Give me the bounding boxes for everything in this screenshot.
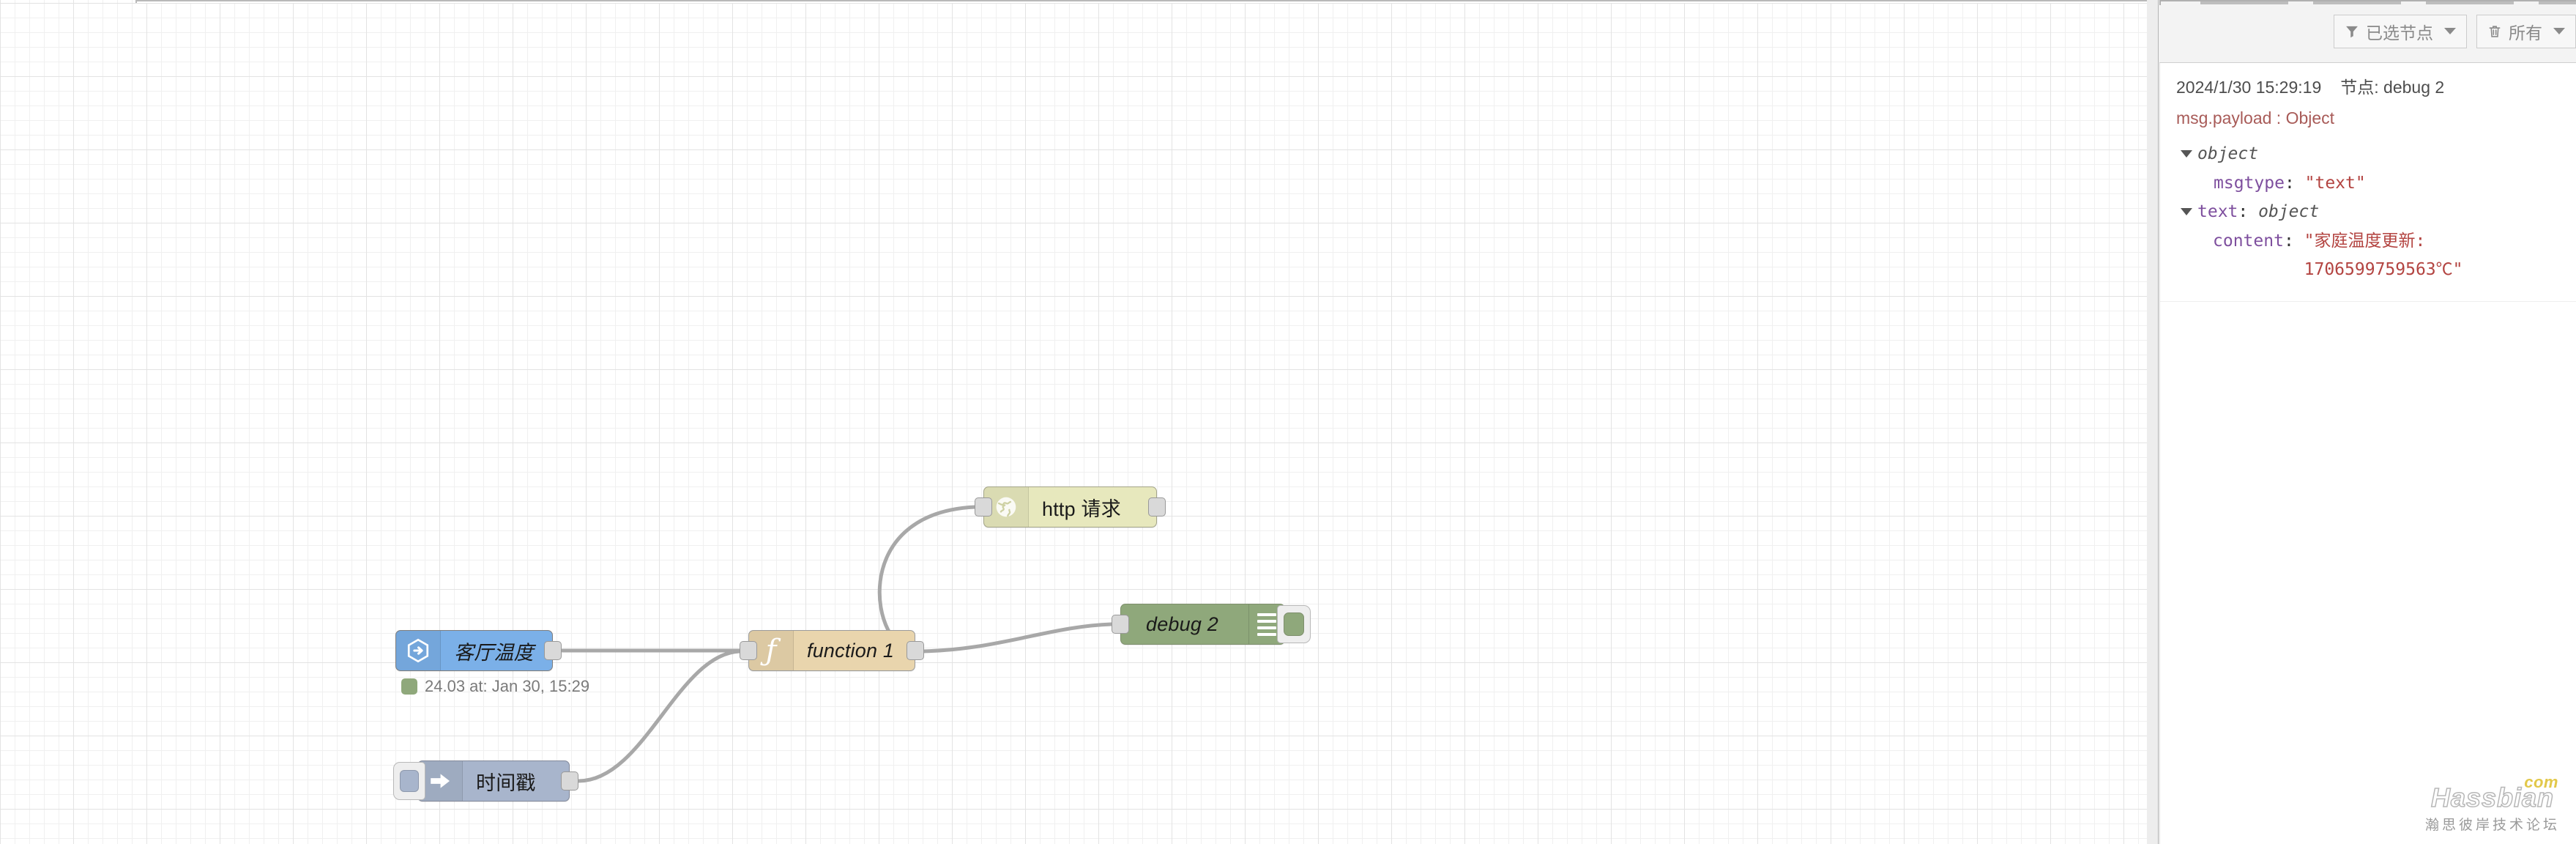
chevron-down-icon bbox=[2553, 28, 2565, 34]
tree-value-string: "text" bbox=[2304, 173, 2366, 193]
node-function-1[interactable]: ƒ function 1 bbox=[740, 630, 924, 671]
node-client-temperature[interactable]: 客厅温度 bbox=[395, 630, 562, 671]
clear-button-label: 所有 bbox=[2509, 23, 2542, 42]
tree-colon: : bbox=[2284, 173, 2305, 193]
node-input-port[interactable] bbox=[1112, 615, 1129, 634]
node-debug-2[interactable]: debug 2 bbox=[1112, 604, 1311, 645]
debug-panel-toolbar: 已选节点 所有 bbox=[2159, 0, 2576, 63]
debug-source-node[interactable]: 节点: debug 2 bbox=[2340, 73, 2444, 98]
node-status-client-temperature: 24.03 at: Jan 30, 15:29 bbox=[401, 677, 589, 696]
tree-colon: : bbox=[2238, 202, 2259, 222]
sidebar-tab-stub[interactable] bbox=[2539, 1, 2576, 4]
node-output-port[interactable] bbox=[907, 641, 924, 660]
wire-inject-to-function bbox=[576, 649, 742, 783]
node-http-request[interactable]: http 请求 bbox=[975, 486, 1166, 528]
trash-icon bbox=[2487, 23, 2502, 40]
tree-key: content bbox=[2213, 231, 2284, 251]
filter-button-label: 已选节点 bbox=[2366, 23, 2433, 42]
node-input-port[interactable] bbox=[740, 641, 757, 660]
tree-key: msgtype bbox=[2214, 173, 2285, 193]
debug-enable-toggle[interactable] bbox=[1277, 605, 1311, 643]
filter-nodes-button[interactable]: 已选节点 bbox=[2334, 14, 2467, 48]
node-input-port[interactable] bbox=[975, 497, 992, 517]
twisty-expanded-icon[interactable] bbox=[2181, 208, 2192, 216]
node-label: debug 2 bbox=[1146, 612, 1218, 635]
node-inject-timestamp[interactable]: 时间戳 bbox=[393, 760, 578, 802]
debug-message-list[interactable]: 2024/1/30 15:29:19 节点: debug 2 msg.paylo… bbox=[2159, 63, 2576, 844]
node-status-text: 24.03 at: Jan 30, 15:29 bbox=[425, 677, 590, 695]
chevron-down-icon bbox=[2444, 28, 2456, 34]
tree-value-type: object bbox=[2197, 144, 2259, 163]
tree-row-text[interactable]: text: object bbox=[2181, 198, 2561, 227]
right-sidebar: 已选节点 所有 2024/1/30 15:29:19 节点: debug 2 m… bbox=[2147, 0, 2576, 844]
tree-row-object[interactable]: object bbox=[2181, 140, 2561, 169]
sidebar-tab-strip[interactable] bbox=[2159, 0, 2576, 5]
debug-object-tree: object msgtype: "text" text: object cont… bbox=[2160, 130, 2576, 285]
canvas-top-border bbox=[135, 0, 2147, 3]
node-output-port[interactable] bbox=[561, 771, 578, 791]
debug-message[interactable]: 2024/1/30 15:29:19 节点: debug 2 msg.paylo… bbox=[2160, 63, 2576, 302]
node-label: 时间戳 bbox=[476, 771, 536, 794]
sidebar-tab-stub[interactable] bbox=[2313, 1, 2401, 4]
wire-layer bbox=[560, 505, 1114, 783]
debug-message-header: 2024/1/30 15:29:19 节点: debug 2 bbox=[2160, 73, 2576, 98]
twisty-expanded-icon[interactable] bbox=[2181, 150, 2192, 158]
debug-timestamp: 2024/1/30 15:29:19 bbox=[2176, 78, 2322, 97]
node-output-port[interactable] bbox=[1148, 497, 1166, 517]
node-output-port[interactable] bbox=[544, 641, 562, 660]
node-label: http 请求 bbox=[1042, 497, 1121, 520]
hexagon-arrow-icon bbox=[396, 631, 441, 670]
tree-value-string: "家庭温度更新: 1706599759563℃" bbox=[2304, 231, 2463, 280]
tree-row-msgtype[interactable]: msgtype: "text" bbox=[2181, 169, 2561, 199]
node-label: function 1 bbox=[807, 639, 895, 662]
flow-canvas[interactable]: 客厅温度 24.03 at: Jan 30, 15:29 ƒ function … bbox=[0, 0, 2147, 844]
clear-messages-button[interactable]: 所有 bbox=[2476, 14, 2576, 48]
sidebar-tab-stub[interactable] bbox=[2426, 1, 2514, 4]
tree-value-type: object bbox=[2258, 202, 2320, 222]
tree-key: text bbox=[2197, 202, 2238, 222]
sidebar-rail[interactable] bbox=[2147, 0, 2159, 844]
filter-icon bbox=[2345, 24, 2359, 39]
inject-trigger-button[interactable] bbox=[393, 762, 425, 800]
node-label: 客厅温度 bbox=[454, 641, 534, 664]
wire-function-to-debug bbox=[913, 622, 1114, 654]
sidebar-tab-stub[interactable] bbox=[2200, 1, 2288, 4]
debug-panel: 已选节点 所有 2024/1/30 15:29:19 节点: debug 2 m… bbox=[2159, 0, 2576, 844]
status-dot-icon bbox=[401, 678, 417, 695]
tree-row-content[interactable]: content: "家庭温度更新: 1706599759563℃" bbox=[2181, 227, 2561, 285]
debug-property-path: msg.payload : Object bbox=[2176, 108, 2335, 127]
node-red-editor-window: 客厅温度 24.03 at: Jan 30, 15:29 ƒ function … bbox=[0, 0, 2576, 844]
tree-colon: : bbox=[2283, 231, 2304, 251]
